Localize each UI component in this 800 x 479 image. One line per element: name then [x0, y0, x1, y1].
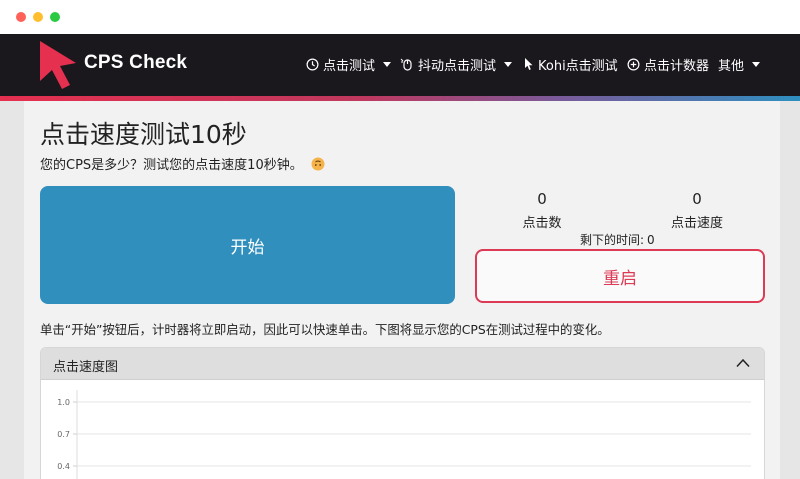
main-content: 点击速度测试10秒 您的CPS是多少？测试您的点击速度10秒钟。 开始 0 点击…: [24, 101, 780, 479]
maximize-window-button[interactable]: [50, 12, 60, 22]
nav-item-click-test[interactable]: 点击测试: [306, 54, 392, 74]
chart-panel-title: 点击速度图: [53, 360, 119, 375]
nav-item-jitter-test[interactable]: 抖动点击测试: [400, 54, 513, 74]
remaining-time-value: 0: [647, 233, 655, 247]
nav-item-label: Kohi点击测试: [538, 58, 618, 74]
clicks-label: 点击数: [522, 216, 562, 231]
cursor-logo-icon[interactable]: [38, 39, 78, 91]
chart-y-tick-label: 1.0: [57, 398, 70, 407]
remaining-time: 剩下的时间: 0: [580, 231, 655, 248]
pointer-icon: [525, 58, 533, 70]
page-title: 点击速度测试10秒: [40, 120, 247, 149]
remaining-time-label: 剩下的时间:: [580, 233, 645, 247]
clicks-stat: 0 点击数: [482, 190, 602, 231]
subtitle-text: 您的CPS是多少？测试您的点击速度10秒钟。: [40, 158, 303, 173]
speed-label: 点击速度: [670, 216, 723, 231]
brand-name[interactable]: CPS Check: [84, 52, 187, 74]
minimize-window-button[interactable]: [33, 12, 43, 22]
plus-circle-icon: [627, 58, 640, 70]
top-navbar: CPS Check 点击测试 抖动点击测试 Kohi点击测试 点击计数器 其他: [0, 34, 800, 96]
chart-panel-header[interactable]: 点击速度图: [41, 348, 764, 380]
nav-item-label: 其他: [718, 58, 745, 74]
chart-y-tick-label: 0.7: [57, 430, 70, 439]
chevron-up-icon[interactable]: [736, 358, 750, 368]
close-window-button[interactable]: [16, 12, 26, 22]
nav-item-click-counter[interactable]: 点击计数器: [627, 54, 709, 74]
nav-item-label: 点击测试: [323, 58, 376, 74]
start-button[interactable]: 开始: [40, 186, 455, 304]
caret-down-icon: [504, 61, 513, 67]
nav-item-other[interactable]: 其他: [718, 54, 761, 74]
nav-item-kohi-test[interactable]: Kohi点击测试: [522, 54, 618, 74]
restart-button[interactable]: 重启: [475, 249, 765, 303]
instruction-text: 单击“开始”按钮后，计时器将立即启动，因此可以快速单击。下图将显示您的CPS在测…: [40, 322, 610, 337]
chart-y-tick-label: 0.4: [57, 462, 70, 471]
chart-panel: 点击速度图 1.0 0.7 0.4: [40, 347, 765, 479]
mouse-icon: [400, 58, 412, 71]
clicks-count: 0: [537, 190, 547, 208]
speed-value: 0: [692, 190, 702, 208]
window-titlebar: [0, 0, 800, 34]
page-subtitle: 您的CPS是多少？测试您的点击速度10秒钟。: [40, 154, 325, 173]
speed-stat: 0 点击速度: [637, 190, 757, 231]
cps-chart: 1.0 0.7 0.4: [57, 390, 751, 479]
caret-down-icon: [383, 61, 392, 67]
smiley-emoji-icon: [311, 157, 325, 170]
nav-item-label: 抖动点击测试: [418, 58, 497, 74]
nav-item-label: 点击计数器: [644, 58, 710, 74]
clock-icon: [306, 58, 319, 70]
caret-down-icon: [752, 61, 761, 67]
